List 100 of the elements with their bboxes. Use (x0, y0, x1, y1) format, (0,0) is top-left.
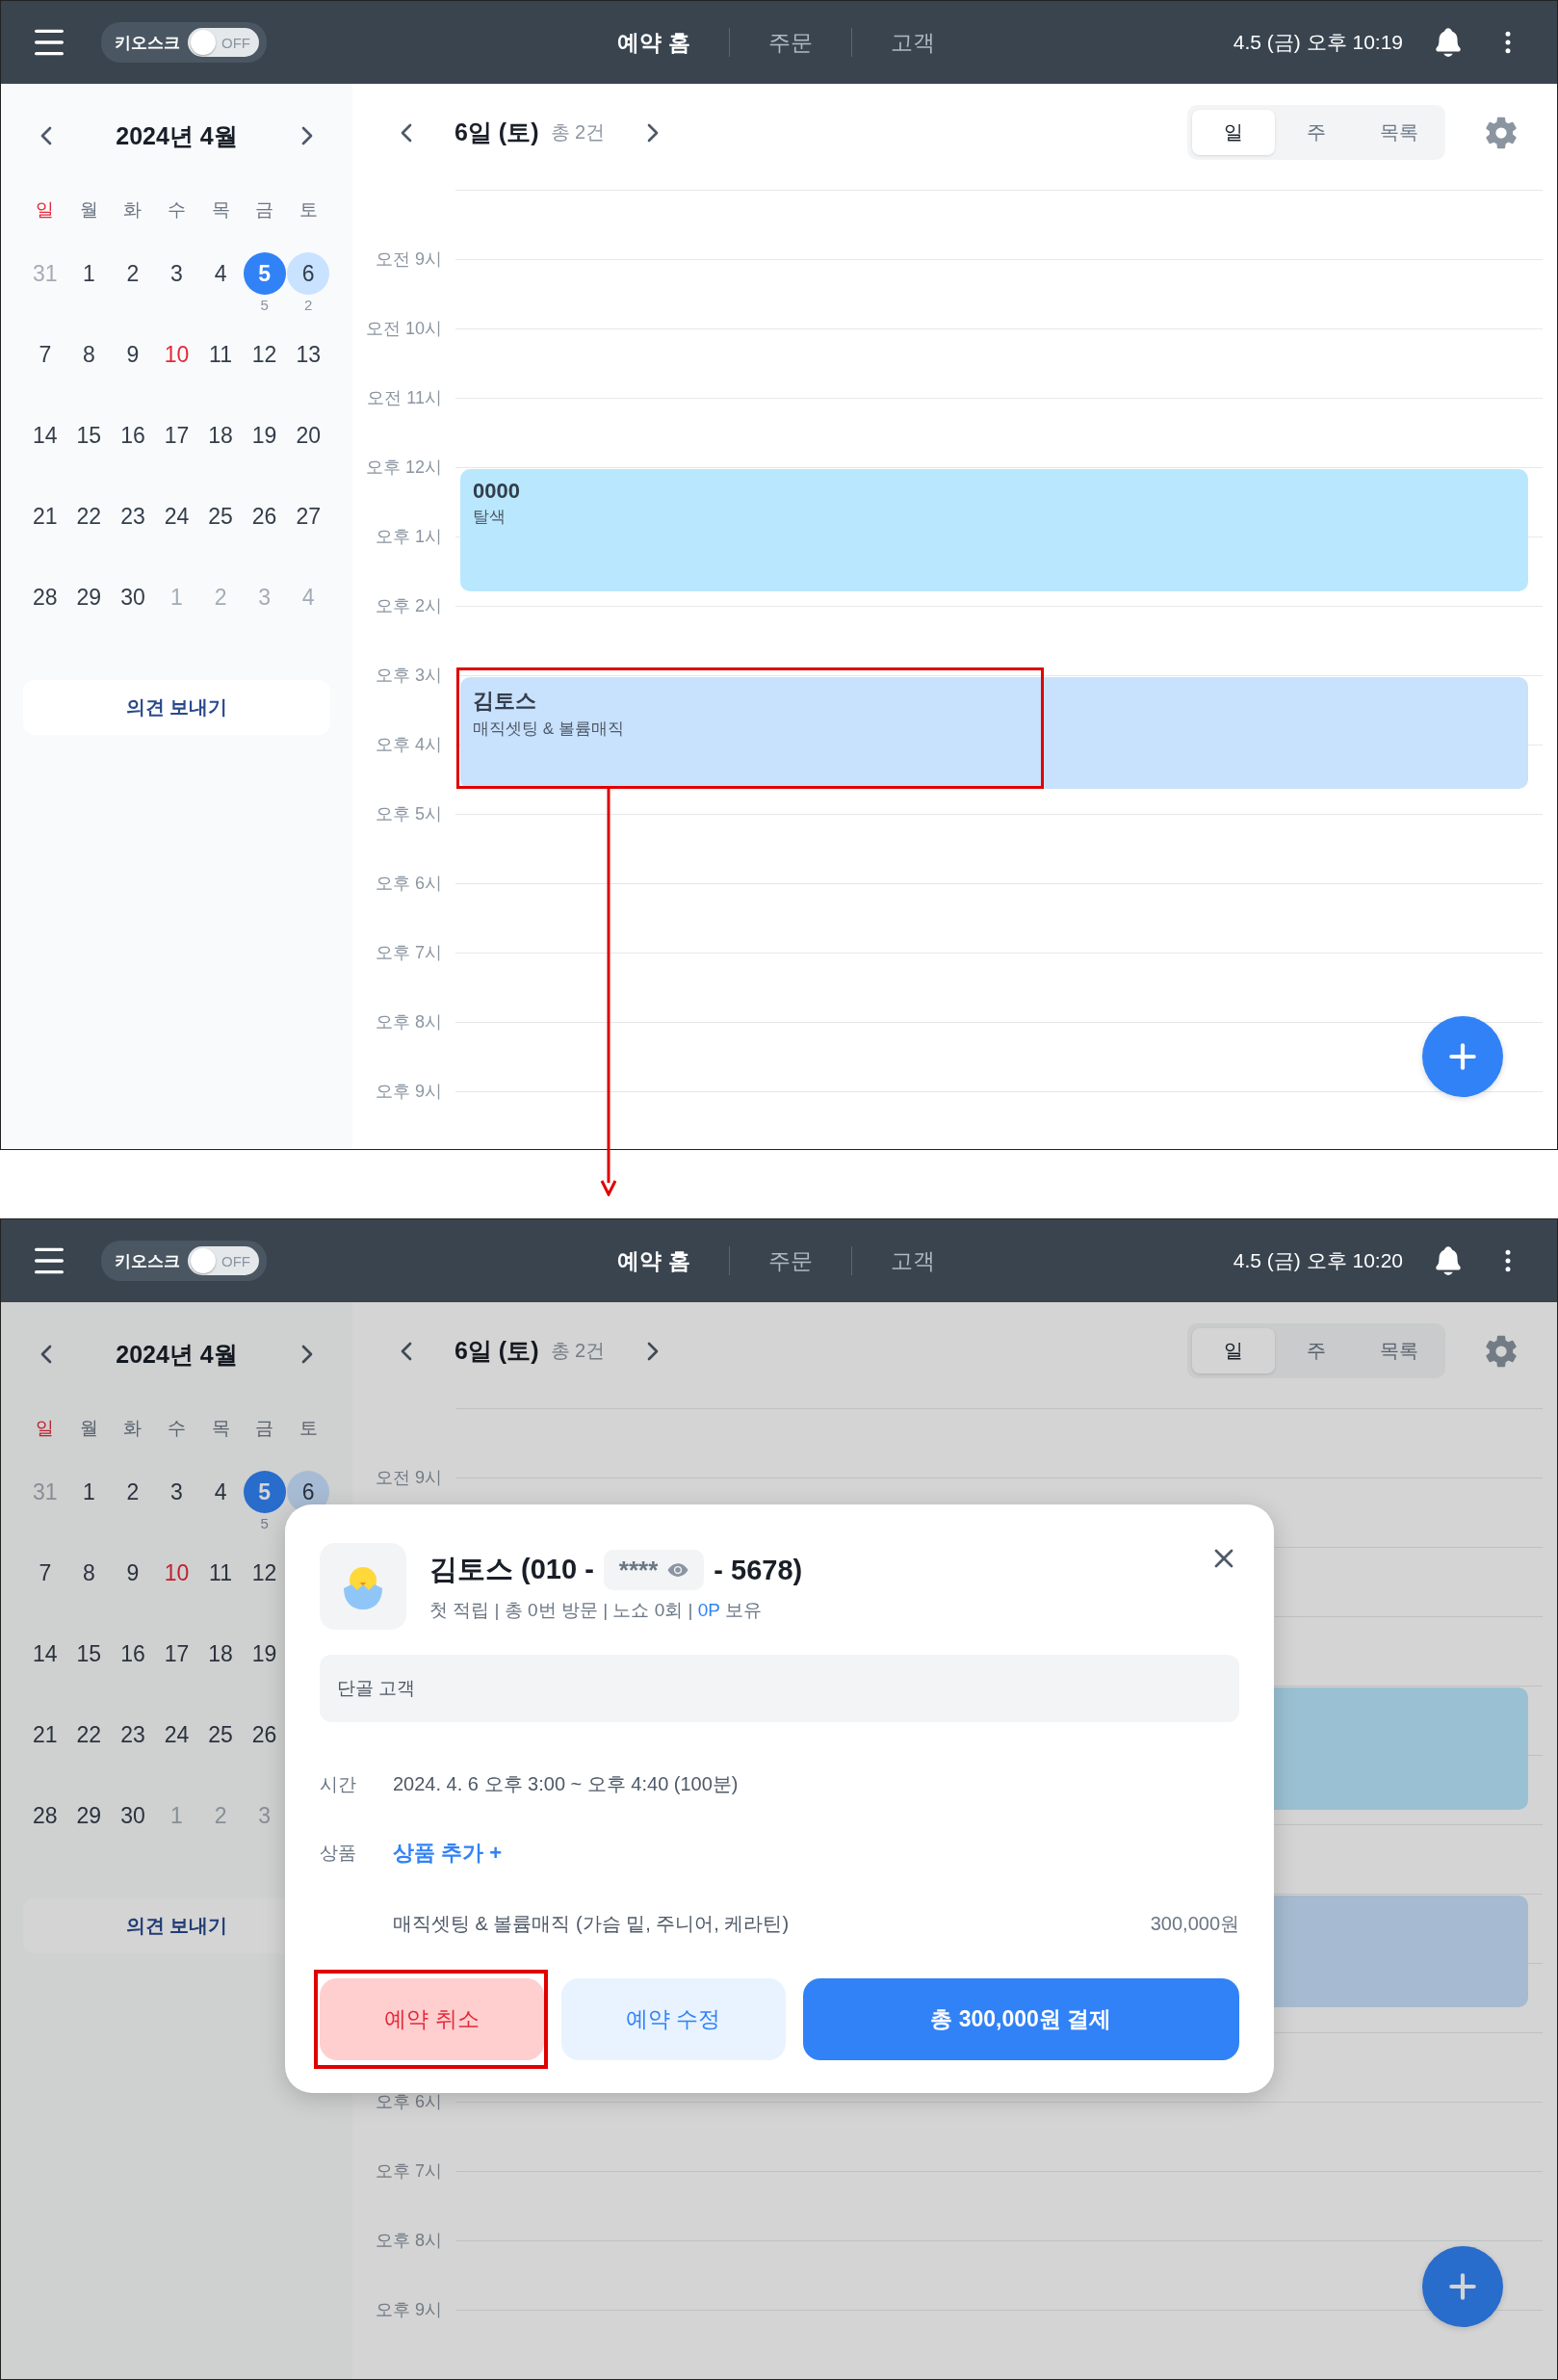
hour-label: 오후 1시 (375, 526, 442, 548)
hour-label: 오전 10시 (364, 318, 442, 340)
weekday-label: 목 (211, 198, 230, 222)
month-title: 2024년 4월 (116, 1339, 238, 1370)
calendar-day[interactable]: 11 (199, 1552, 243, 1594)
nav-tab[interactable]: 예약 홈 (579, 27, 729, 58)
calendar-day[interactable]: 9 (111, 333, 154, 376)
calendar-day[interactable]: 17 (155, 414, 198, 457)
calendar-day[interactable]: 24 (155, 495, 198, 537)
hour-label: 오후 7시 (375, 2160, 442, 2183)
nav-tab[interactable]: 주문 (729, 1245, 851, 1276)
calendar-day[interactable]: 28 (23, 576, 66, 618)
phone-suffix: - 5678) (714, 1554, 803, 1586)
calendar-day[interactable]: 21 (23, 495, 66, 537)
time-label: 시간 (320, 1772, 357, 1796)
memo-field[interactable]: 단골 고객 (320, 1655, 1239, 1722)
weekday-label: 화 (123, 198, 143, 222)
calendar-day[interactable]: 22 (67, 495, 111, 537)
calendar-day[interactable]: 1 (67, 252, 111, 295)
calendar-day[interactable]: 23 (111, 1713, 154, 1756)
weekday-label: 일 (36, 198, 55, 222)
calendar-day[interactable]: 22 (67, 1713, 111, 1756)
hour-label: 오후 9시 (375, 2299, 442, 2321)
calendar-day[interactable]: 3 (155, 1471, 198, 1513)
nav-tab[interactable]: 고객 (851, 27, 974, 58)
calendar-day[interactable]: 17 (155, 1633, 198, 1675)
calendar-day[interactable]: 6 (287, 252, 330, 295)
calendar-day[interactable]: 26 (243, 495, 286, 537)
calendar-day[interactable]: 21 (23, 1713, 66, 1756)
calendar-day[interactable]: 12 (243, 1552, 286, 1594)
weekday-label: 목 (211, 1417, 230, 1440)
calendar-day[interactable]: 25 (199, 1713, 243, 1756)
appointment-block[interactable]: 김토스 매직셋팅 & 볼륨매직 (460, 677, 1528, 789)
weekday-label: 월 (79, 1417, 98, 1440)
calendar-day[interactable]: 15 (67, 1633, 111, 1675)
view-tab[interactable]: 주 (1275, 110, 1358, 155)
view-tab[interactable]: 목록 (1358, 110, 1441, 155)
day-title: 6일 (토) (454, 118, 539, 147)
calendar-day[interactable]: 2 (111, 252, 154, 295)
weekday-label: 수 (168, 198, 186, 222)
calendar-day[interactable]: 14 (23, 414, 66, 457)
calendar-day[interactable]: 29 (67, 576, 111, 618)
calendar-day[interactable]: 18 (199, 1633, 243, 1675)
calendar-day[interactable]: 9 (111, 1552, 154, 1594)
view-tab[interactable]: 일 (1192, 1328, 1275, 1373)
pay-button[interactable]: 총 300,000원 결제 (802, 1978, 1239, 2060)
calendar-day[interactable]: 24 (155, 1713, 198, 1756)
view-tab[interactable]: 주 (1275, 1328, 1358, 1373)
calendar-day[interactable]: 23 (111, 495, 154, 537)
reveal-number-button[interactable]: **** (603, 1550, 705, 1590)
product-name: 매직셋팅 & 볼륨매직 (가슴 밑, 주니어, 케라틴) (393, 1912, 790, 1936)
calendar-day[interactable]: 5 (243, 252, 286, 295)
hour-label: 오전 9시 (375, 248, 442, 271)
calendar-day[interactable]: 11 (199, 333, 243, 376)
calendar-day[interactable]: 29 (67, 1794, 111, 1837)
nav-tab[interactable]: 고객 (851, 1245, 974, 1276)
weekday-label: 금 (255, 1417, 274, 1440)
calendar-day[interactable]: 7 (23, 1552, 66, 1594)
calendar-day[interactable]: 12 (243, 333, 286, 376)
clock-text: 4.5 (금) 오후 10:20 (1233, 1248, 1403, 1273)
calendar-day[interactable]: 4 (199, 1471, 243, 1513)
calendar-day[interactable]: 14 (23, 1633, 66, 1675)
calendar-day[interactable]: 7 (23, 333, 66, 376)
calendar-day[interactable]: 25 (199, 495, 243, 537)
calendar-day[interactable]: 10 (155, 1552, 198, 1594)
hour-label: 오후 12시 (364, 457, 442, 479)
calendar-day[interactable]: 30 (111, 1794, 154, 1837)
view-tab[interactable]: 일 (1192, 110, 1275, 155)
calendar-day[interactable]: 13 (287, 333, 330, 376)
weekday-label: 월 (79, 198, 98, 222)
feedback-button[interactable]: 의견 보내기 (23, 680, 330, 735)
kiosk-label: 키오스크 (115, 1250, 180, 1272)
calendar-day[interactable]: 27 (287, 495, 330, 537)
calendar-day[interactable]: 1 (67, 1471, 111, 1513)
calendar-day[interactable]: 16 (111, 1633, 154, 1675)
hour-label: 오전 11시 (366, 387, 442, 409)
calendar-day[interactable]: 8 (67, 333, 111, 376)
calendar-day[interactable]: 2 (111, 1471, 154, 1513)
calendar-day[interactable]: 10 (155, 333, 198, 376)
calendar-day[interactable]: 8 (67, 1552, 111, 1594)
calendar-day[interactable]: 16 (111, 414, 154, 457)
nav-tab[interactable]: 주문 (729, 27, 851, 58)
weekday-label: 화 (123, 1417, 143, 1440)
calendar-day[interactable]: 19 (243, 1633, 286, 1675)
calendar-day[interactable]: 28 (23, 1794, 66, 1837)
nav-tab[interactable]: 예약 홈 (579, 1245, 729, 1276)
customer-name: 김토스 (010 - (429, 1553, 594, 1586)
calendar-day[interactable]: 20 (287, 414, 330, 457)
calendar-day[interactable]: 18 (199, 414, 243, 457)
booking-count: 5 (260, 297, 269, 313)
calendar-day[interactable]: 19 (243, 414, 286, 457)
hour-label: 오후 6시 (375, 873, 442, 895)
calendar-day[interactable]: 26 (243, 1713, 286, 1756)
view-tab[interactable]: 목록 (1358, 1328, 1441, 1373)
calendar-day[interactable]: 15 (67, 414, 111, 457)
calendar-day[interactable]: 30 (111, 576, 154, 618)
calendar-day[interactable]: 3 (155, 252, 198, 295)
appointment-block[interactable]: 0000 탈색 (460, 469, 1528, 591)
add-product-link[interactable]: 상품 추가 + (393, 1839, 503, 1868)
calendar-day[interactable]: 4 (199, 252, 243, 295)
